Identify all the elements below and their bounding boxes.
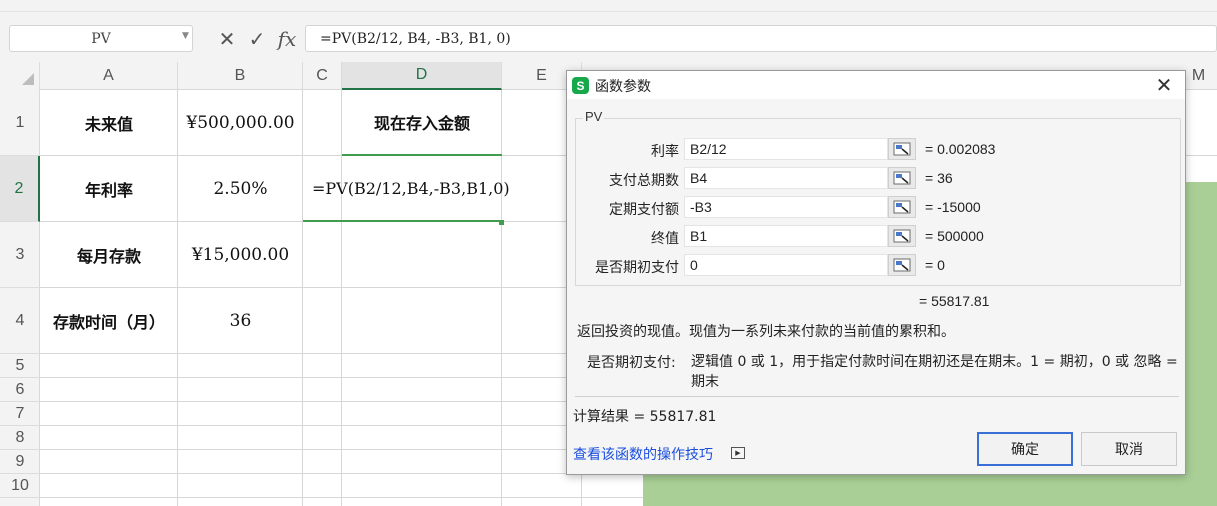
close-icon[interactable]: ✕	[1151, 73, 1177, 97]
range-picker-icon[interactable]	[888, 254, 916, 276]
arg-value-type: = 0	[925, 257, 945, 273]
help-link[interactable]: 查看该函数的操作技巧	[573, 444, 713, 464]
cell-a4[interactable]: 存款时间（月）	[40, 288, 178, 354]
arg-input-pmt[interactable]: -B3	[684, 196, 888, 218]
row-headers: 1 2 3 4 5 6 7 8 9 10	[0, 90, 40, 506]
dialog-title: 函数参数	[595, 79, 651, 95]
arg-value-rate: = 0.002083	[925, 141, 996, 157]
row-header-7[interactable]: 7	[0, 402, 40, 426]
insert-function-icon[interactable]: fx	[274, 26, 300, 52]
arg-input-nper[interactable]: B4	[684, 167, 888, 189]
row-header-9[interactable]: 9	[0, 450, 40, 474]
formula-result: = 55817.81	[919, 293, 990, 309]
arg-label-type: 是否期初支付	[595, 260, 679, 276]
arg-value-fv: = 500000	[925, 228, 984, 244]
dialog-titlebar[interactable]: S 函数参数 ✕	[567, 71, 1185, 99]
app-logo-icon: S	[572, 77, 589, 94]
arg-input-fv[interactable]: B1	[684, 225, 888, 247]
ribbon-strip	[0, 0, 1217, 12]
cancel-formula-icon[interactable]: ✕	[215, 26, 239, 52]
row-header-5[interactable]: 5	[0, 354, 40, 378]
chevron-down-icon[interactable]: ▼	[182, 31, 189, 41]
formula-input[interactable]: =PV(B2/12, B4, -B3, B1, 0)	[305, 25, 1217, 52]
cell-a3[interactable]: 每月存款	[40, 222, 178, 288]
function-arguments-dialog: S 函数参数 ✕ PV 利率 B2/12 = 0.002083 支付总期数 B4…	[566, 70, 1186, 475]
column-header-d[interactable]: D	[342, 62, 502, 90]
cell-b2[interactable]: 2.50%	[178, 156, 303, 222]
column-header-b[interactable]: B	[178, 62, 303, 90]
arg-label-pmt: 定期支付额	[609, 202, 679, 218]
arg-description-text: 逻辑值 0 或 1，用于指定付款时间在期初还是在期末。1 = 期初，0 或 忽略…	[691, 354, 1178, 390]
calculation-result: 计算结果 = 55817.81	[573, 409, 717, 425]
range-picker-icon[interactable]	[888, 196, 916, 218]
row-header-1[interactable]: 1	[0, 90, 40, 156]
range-picker-icon[interactable]	[888, 167, 916, 189]
fill-handle[interactable]	[499, 220, 504, 225]
function-description: 返回投资的现值。现值为一系列未来付款的当前值的累积和。	[577, 324, 955, 340]
cell-d1[interactable]: 现在存入金额	[342, 90, 502, 156]
cell-a2[interactable]: 年利率	[40, 156, 178, 222]
row-header-8[interactable]: 8	[0, 426, 40, 450]
range-picker-icon[interactable]	[888, 225, 916, 247]
name-box[interactable]: PV	[9, 25, 193, 52]
ok-button[interactable]: 确定	[977, 432, 1073, 466]
column-header-a[interactable]: A	[40, 62, 178, 90]
enter-formula-icon[interactable]: ✓	[245, 26, 269, 52]
row-header-10[interactable]: 10	[0, 474, 40, 498]
arg-label-nper: 支付总期数	[609, 173, 679, 189]
select-all-corner[interactable]	[0, 62, 40, 90]
cell-b1[interactable]: ¥500,000.00	[178, 90, 303, 156]
arg-label-fv: 终值	[651, 231, 679, 247]
cell-a1[interactable]: 未来值	[40, 90, 178, 156]
cell-b3[interactable]: ¥15,000.00	[178, 222, 303, 288]
row-header-6[interactable]: 6	[0, 378, 40, 402]
arg-description-name: 是否期初支付:	[587, 355, 676, 371]
arg-value-nper: = 36	[925, 170, 953, 186]
arg-label-rate: 利率	[651, 144, 679, 160]
function-name-label: PV	[583, 109, 605, 124]
row-header-4[interactable]: 4	[0, 288, 40, 354]
cell-b4[interactable]: 36	[178, 288, 303, 354]
divider	[575, 396, 1179, 397]
arg-input-rate[interactable]: B2/12	[684, 138, 888, 160]
arg-input-type[interactable]: 0	[684, 254, 888, 276]
cell-d2-editing[interactable]: =PV(B2/12,B4,-B3,B1,0)	[303, 156, 510, 222]
row-header-2[interactable]: 2	[0, 156, 40, 222]
range-picker-icon[interactable]	[888, 138, 916, 160]
arg-value-pmt: = -15000	[925, 199, 981, 215]
cancel-button[interactable]: 取消	[1081, 432, 1177, 466]
play-video-icon[interactable]: ▶	[731, 447, 745, 459]
row-header-3[interactable]: 3	[0, 222, 40, 288]
column-header-c[interactable]: C	[303, 62, 342, 90]
